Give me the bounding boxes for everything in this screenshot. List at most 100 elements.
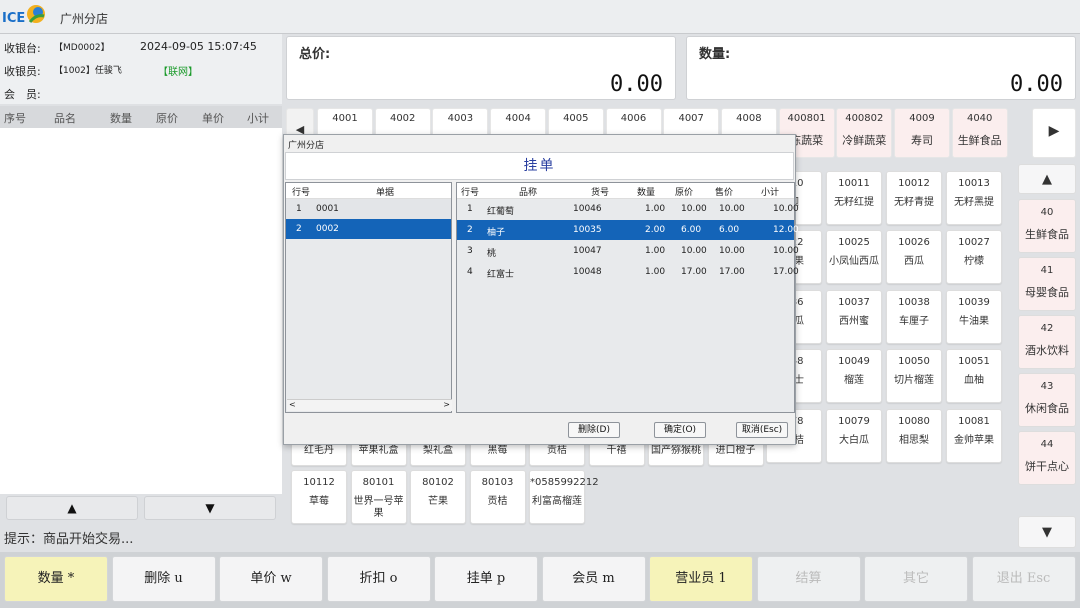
held-order-row-selected[interactable]: 2 0002 xyxy=(286,219,451,239)
product-code: 10079 xyxy=(838,416,870,427)
side-category-button[interactable]: 42 酒水饮料 xyxy=(1018,315,1076,369)
total-price-box: 总价: 0.00 xyxy=(286,36,676,100)
product-tile[interactable]: 10049 榴莲 xyxy=(826,349,882,403)
product-tile[interactable]: 10037 西州蜜 xyxy=(826,290,882,344)
cell-price: 17.00 xyxy=(719,267,745,277)
product-tile[interactable]: 10080 相思梨 xyxy=(886,409,942,463)
held-item-row[interactable]: 3 桃 10047 1.00 10.00 10.00 10.00 xyxy=(457,241,799,261)
held-orders-list[interactable]: 行号 单据 1 0001 2 0002 < > xyxy=(285,182,452,413)
category-code: 4001 xyxy=(332,113,358,124)
side-category-button[interactable]: 41 母婴食品 xyxy=(1018,257,1076,311)
tab-scroll-right-button[interactable]: ▶ xyxy=(1032,108,1076,158)
product-name: 西瓜 xyxy=(904,256,924,267)
hint-text: 提示：商品开始交易... xyxy=(4,532,134,547)
product-tile[interactable]: 10051 血柚 xyxy=(946,349,1002,403)
dialog-caption: 广州分店 xyxy=(288,141,325,151)
product-tile[interactable]: 10027 柠檬 xyxy=(946,230,1002,284)
held-item-row[interactable]: 1 红葡萄 10046 1.00 10.00 10.00 10.00 xyxy=(457,199,799,219)
col-header: 行号 xyxy=(292,188,311,198)
side-category-code: 41 xyxy=(1040,265,1054,276)
product-name: 无籽青提 xyxy=(894,197,934,208)
order-scroll-up-button[interactable]: ▲ xyxy=(6,496,138,520)
side-scroll-down-button[interactable]: ▼ xyxy=(1018,516,1076,548)
other-button[interactable]: 其它 xyxy=(864,556,968,602)
horizontal-scrollbar[interactable]: < > xyxy=(287,399,452,411)
exit-button[interactable]: 退出 Esc xyxy=(971,556,1076,602)
product-code: 10051 xyxy=(958,356,990,367)
cell-qty: 1.00 xyxy=(645,204,666,214)
held-item-row-selected[interactable]: 2 柚子 10035 2.00 6.00 6.00 12.00 xyxy=(457,220,799,240)
product-tile[interactable]: 10012 无籽青提 xyxy=(886,171,942,225)
quantity-button[interactable]: 数量 * xyxy=(4,556,108,602)
product-tile[interactable]: 80101 世界一号苹果 xyxy=(350,470,407,524)
product-tile[interactable]: 80103 贡桔 xyxy=(469,470,526,524)
held-order-items[interactable]: 行号 品称 货号 数量 原价 售价 小计 1 红葡萄 10046 1.00 10.00 1… xyxy=(456,182,799,413)
held-orders-header: 行号 单据 xyxy=(286,183,451,199)
discount-button[interactable]: 折扣 o xyxy=(326,556,431,602)
product-tile[interactable]: 10025 小凤仙西瓜 xyxy=(826,230,882,284)
product-tile[interactable]: 10039 牛油果 xyxy=(946,290,1002,344)
side-category-code: 42 xyxy=(1040,323,1054,334)
category-code: 4008 xyxy=(736,113,762,124)
cashier-value: 【1002】任骏飞 xyxy=(54,66,122,76)
product-name: 国产猕猴桃 xyxy=(651,445,701,456)
product-tile[interactable]: 10081 金帅苹果 xyxy=(946,409,1002,463)
ok-button[interactable]: 确定(O) xyxy=(654,422,706,438)
salesperson-button[interactable]: 营业员 1 xyxy=(649,556,753,602)
category-tab[interactable]: 400802 冷鲜蔬菜 xyxy=(836,108,893,158)
side-category-button[interactable]: 43 休闲食品 xyxy=(1018,373,1076,427)
product-tile[interactable]: 10050 切片榴莲 xyxy=(886,349,942,403)
product-name: 苹果礼盒 xyxy=(358,445,399,456)
order-list[interactable] xyxy=(0,128,282,494)
category-code: 400801 xyxy=(787,113,826,124)
side-scroll-up-button[interactable]: ▲ xyxy=(1018,164,1076,194)
product-tile[interactable]: 10013 无籽黑提 xyxy=(946,171,1002,225)
down-arrow-icon: ▼ xyxy=(205,501,215,515)
cell-code: 10046 xyxy=(573,204,602,214)
cell-orig: 17.00 xyxy=(681,267,707,277)
col-header: 序号 xyxy=(4,112,26,125)
delete-item-button[interactable]: 删除 u xyxy=(111,556,216,602)
product-name: 相思梨 xyxy=(899,435,929,446)
product-code: 10025 xyxy=(838,237,870,248)
category-tab[interactable]: 4009 寿司 xyxy=(894,108,950,158)
col-header: 行号 xyxy=(461,188,480,198)
product-tile[interactable]: 80102 芒果 xyxy=(410,470,466,524)
cell-qty: 2.00 xyxy=(645,225,666,235)
product-tile[interactable]: *0585992212 利富高榴莲 xyxy=(529,470,599,524)
scroll-right-icon: > xyxy=(443,400,450,409)
down-arrow-icon: ▼ xyxy=(1042,525,1052,540)
product-tile[interactable]: 10011 无籽红提 xyxy=(826,171,882,225)
order-scroll-down-button[interactable]: ▼ xyxy=(144,496,276,520)
product-name: 红毛丹 xyxy=(304,445,334,456)
held-item-row[interactable]: 4 红富士 10048 1.00 17.00 17.00 17.00 xyxy=(457,262,799,282)
product-tile[interactable]: 10079 大白瓜 xyxy=(826,409,882,463)
category-tab[interactable]: 4040 生鲜食品 xyxy=(951,108,1008,158)
side-category-button[interactable]: 40 生鲜食品 xyxy=(1018,199,1076,253)
product-tile[interactable]: 10038 车厘子 xyxy=(886,290,942,344)
register-label: 收银台: xyxy=(4,42,41,55)
product-code: 80102 xyxy=(422,477,454,488)
product-name: 无籽红提 xyxy=(834,197,874,208)
product-name: 柠檬 xyxy=(964,256,984,267)
cancel-button[interactable]: 取消(Esc) xyxy=(736,422,788,438)
member-button[interactable]: 会员 m xyxy=(541,556,646,602)
delete-button[interactable]: 删除(D) xyxy=(568,422,620,438)
product-code: 10026 xyxy=(898,237,930,248)
product-tile[interactable]: 10026 西瓜 xyxy=(886,230,942,284)
category-name: 生鲜食品 xyxy=(957,134,1002,147)
category-code: 4003 xyxy=(447,113,474,124)
col-header: 售价 xyxy=(715,188,734,198)
unit-price-button[interactable]: 单价 w xyxy=(219,556,323,602)
cell-no: 1 xyxy=(467,204,473,214)
side-category-button[interactable]: 44 饼干点心 xyxy=(1018,431,1076,485)
held-order-row[interactable]: 1 0001 xyxy=(286,199,451,219)
checkout-button[interactable]: 结算 xyxy=(756,556,861,602)
product-name: 大白瓜 xyxy=(839,435,869,446)
col-header: 单据 xyxy=(376,188,395,198)
product-code: 10039 xyxy=(958,297,990,308)
right-arrow-icon: ▶ xyxy=(1048,123,1060,139)
hold-order-button[interactable]: 挂单 p xyxy=(434,556,538,602)
product-tile[interactable]: 10112 草莓 xyxy=(291,470,347,524)
dialog-title: 挂单 xyxy=(285,152,794,180)
